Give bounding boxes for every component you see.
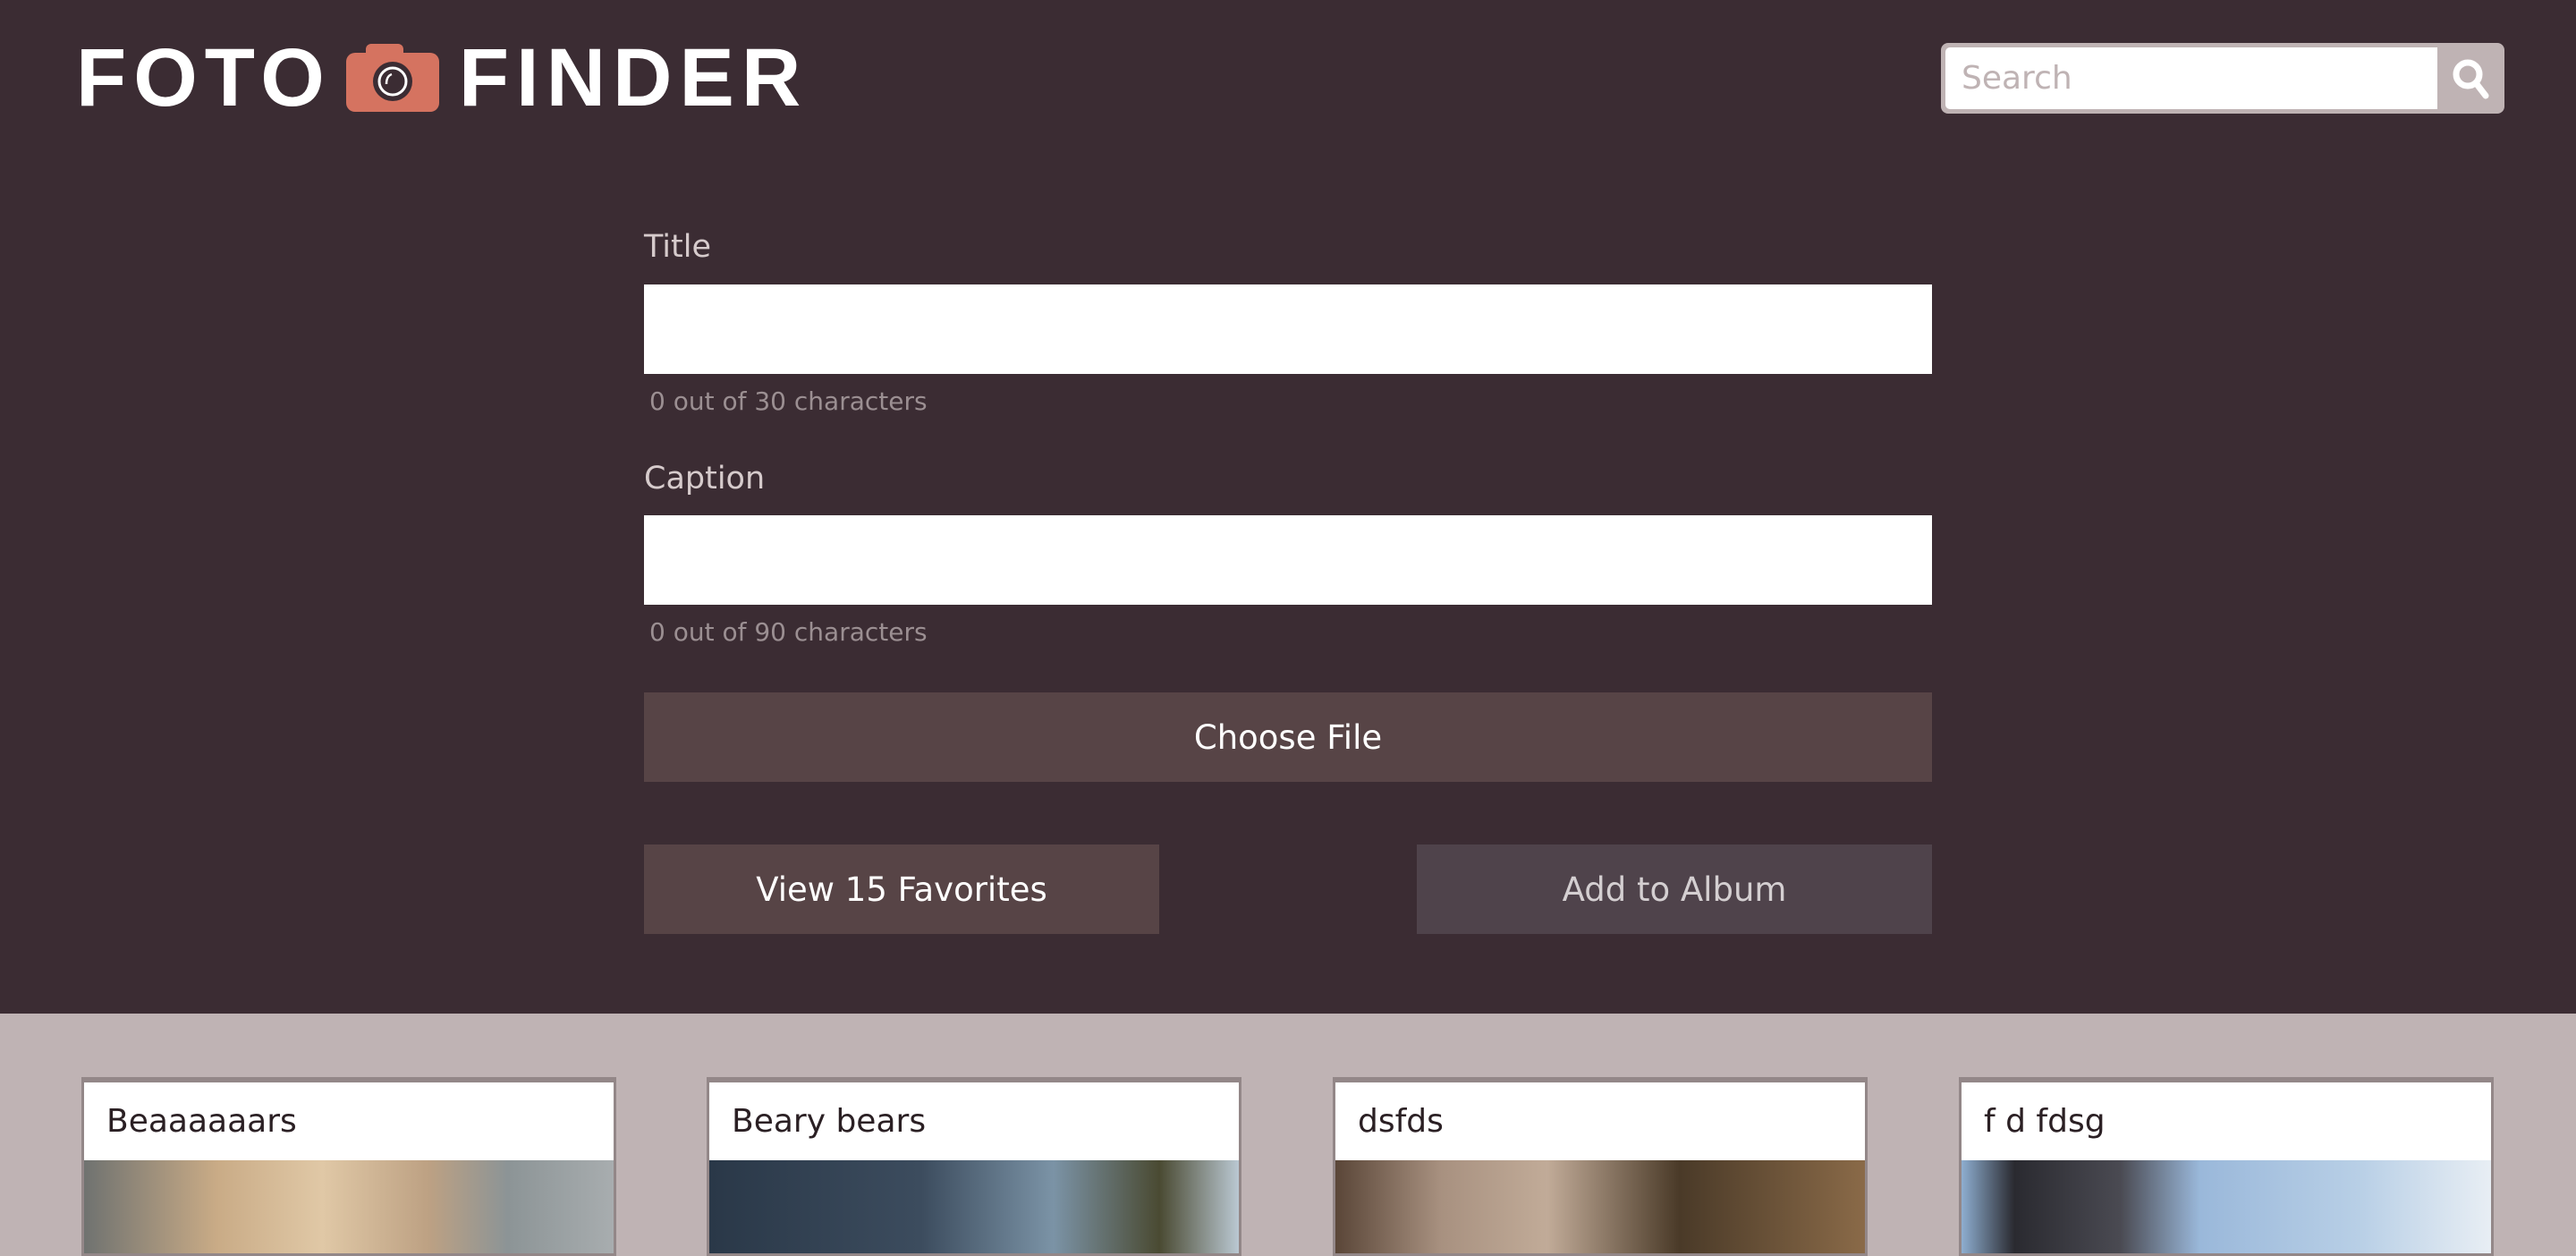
photo-card[interactable]: Beaaaaaars (81, 1077, 616, 1256)
camera-icon (345, 44, 439, 112)
title-input[interactable] (644, 284, 1932, 374)
search-input[interactable] (1945, 47, 2437, 109)
search-icon (2453, 59, 2488, 98)
add-to-album-button[interactable]: Add to Album (1417, 844, 1932, 934)
title-char-count: 0 out of 30 characters (649, 386, 928, 416)
card-image[interactable] (1962, 1160, 2491, 1253)
caption-label: Caption (644, 461, 766, 496)
card-title: Beaaaaaars (106, 1103, 297, 1140)
logo-text-left: FOTO (76, 32, 332, 123)
header: FOTO FINDER Title 0 out of 30 characters… (0, 0, 2576, 1014)
card-image[interactable] (1335, 1160, 1865, 1253)
caption-char-count: 0 out of 90 characters (649, 617, 928, 647)
logo[interactable]: FOTO FINDER (76, 32, 809, 123)
card-title: dsfds (1358, 1103, 1444, 1140)
view-favorites-button[interactable]: View 15 Favorites (644, 844, 1159, 934)
card-title: Beary bears (732, 1103, 927, 1140)
photo-card[interactable]: Beary bears (707, 1077, 1241, 1256)
card-title: f d fdsg (1984, 1103, 2106, 1140)
search-button[interactable] (2437, 43, 2504, 114)
caption-input[interactable] (644, 515, 1932, 605)
logo-text-right: FINDER (458, 32, 809, 123)
card-image[interactable] (709, 1160, 1239, 1253)
card-image[interactable] (84, 1160, 614, 1253)
search-bar (1941, 43, 2504, 114)
choose-file-button[interactable]: Choose File (644, 692, 1932, 782)
photo-card[interactable]: dsfds (1333, 1077, 1868, 1256)
title-label: Title (644, 229, 712, 265)
photo-card[interactable]: f d fdsg (1959, 1077, 2494, 1256)
